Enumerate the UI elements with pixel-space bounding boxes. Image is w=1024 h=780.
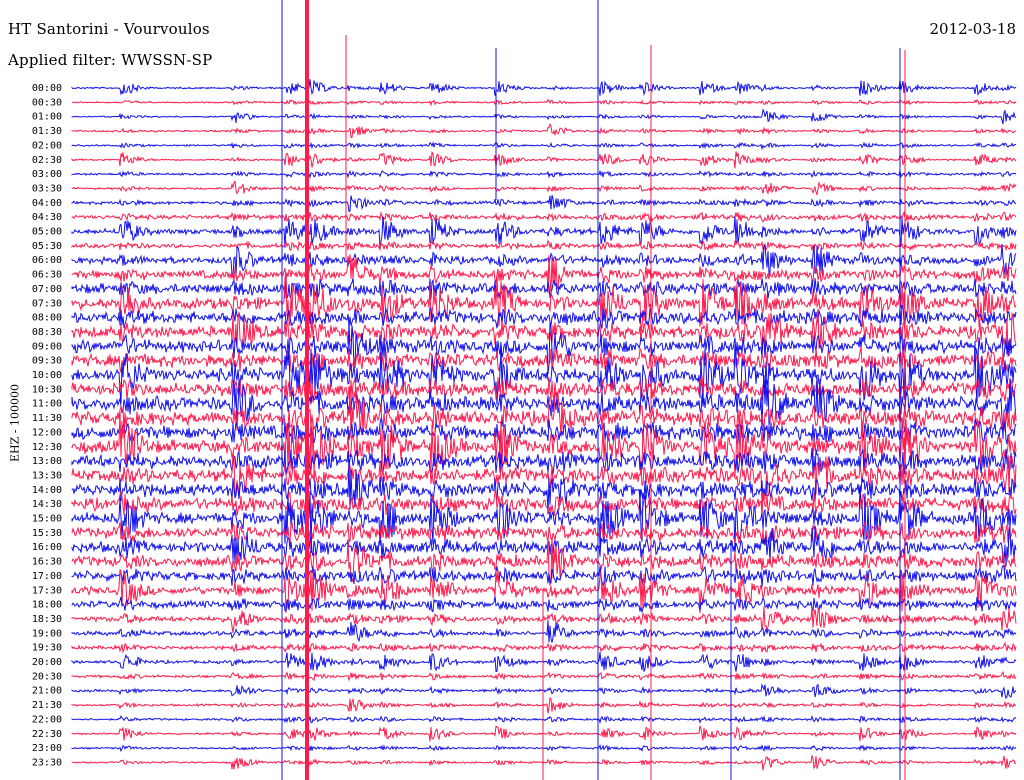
trace-row-0030 xyxy=(72,98,1017,107)
trace-row-0530 xyxy=(71,239,1017,252)
trace-row-1000 xyxy=(71,341,1017,406)
seismic-traces xyxy=(71,0,1017,780)
tick-label-1200: 12:00 xyxy=(32,427,62,438)
tick-label-1330: 13:30 xyxy=(32,470,62,481)
trace-row-0330 xyxy=(71,180,1017,196)
trace-row-1800 xyxy=(71,596,1017,613)
tick-label-1730: 17:30 xyxy=(32,585,62,596)
trace-row-1900 xyxy=(71,620,1017,643)
trace-row-0700 xyxy=(71,278,1017,300)
time-tick-labels: 00:00 00:30 01:00 01:30 02:00 02:30 03:00 03:30… xyxy=(32,83,62,768)
trace-row-1930 xyxy=(71,641,1017,654)
trace-row-2200 xyxy=(71,714,1017,724)
trace-row-1830 xyxy=(71,606,1017,634)
tick-label-2330: 23:30 xyxy=(32,757,62,768)
tick-label-0400: 04:00 xyxy=(32,198,62,209)
trace-row-0730 xyxy=(71,273,1017,331)
tick-label-1530: 15:30 xyxy=(32,528,62,539)
tick-label-2100: 21:00 xyxy=(32,686,62,697)
tick-label-1700: 17:00 xyxy=(32,571,62,582)
trace-row-2030 xyxy=(71,670,1017,682)
trace-row-2000 xyxy=(71,652,1017,672)
trace-row-2300 xyxy=(71,743,1017,753)
trace-row-0200 xyxy=(71,141,1017,151)
tick-label-1300: 13:00 xyxy=(32,456,62,467)
trace-row-0500 xyxy=(71,215,1017,248)
tick-label-1630: 16:30 xyxy=(32,557,62,568)
tick-label-0700: 07:00 xyxy=(32,284,62,295)
trace-row-2130 xyxy=(71,696,1017,714)
tick-label-0530: 05:30 xyxy=(32,241,62,252)
tick-label-0030: 00:30 xyxy=(32,97,62,108)
trace-row-0300 xyxy=(71,169,1017,180)
trace-row-1700 xyxy=(71,564,1017,588)
tick-label-1000: 10:00 xyxy=(32,370,62,381)
trace-row-0230 xyxy=(71,151,1017,169)
tick-label-0330: 03:30 xyxy=(32,183,62,194)
tick-label-1800: 18:00 xyxy=(32,600,62,611)
tick-label-1900: 19:00 xyxy=(32,628,62,639)
tick-label-0500: 05:00 xyxy=(32,227,62,238)
tick-label-0930: 09:30 xyxy=(32,356,62,367)
trace-row-2100 xyxy=(71,683,1017,700)
tick-label-0630: 06:30 xyxy=(32,270,62,281)
tick-label-1400: 14:00 xyxy=(32,485,62,496)
trace-row-0400 xyxy=(71,195,1017,212)
tick-label-0100: 01:00 xyxy=(32,112,62,123)
tick-label-1930: 19:30 xyxy=(32,643,62,654)
trace-row-2230 xyxy=(71,725,1017,742)
trace-row-1500 xyxy=(71,488,1017,553)
seismogram-plot: 00:00 00:30 01:00 01:30 02:00 02:30 03:00 03:30… xyxy=(32,0,1017,780)
tick-label-2200: 22:00 xyxy=(32,714,62,725)
tick-label-0000: 00:00 xyxy=(32,83,62,94)
tick-label-1100: 11:00 xyxy=(32,399,62,410)
tick-label-0600: 06:00 xyxy=(32,255,62,266)
tick-label-2130: 21:30 xyxy=(32,700,62,711)
tick-label-0130: 01:30 xyxy=(32,126,62,137)
tick-label-2000: 20:00 xyxy=(32,657,62,668)
tick-label-1830: 18:30 xyxy=(32,614,62,625)
trace-row-0100 xyxy=(71,108,1017,125)
tick-label-0830: 08:30 xyxy=(32,327,62,338)
tick-label-1130: 11:30 xyxy=(32,413,62,424)
tick-label-0430: 04:30 xyxy=(32,212,62,223)
trace-row-0600 xyxy=(71,243,1017,278)
tick-label-0800: 08:00 xyxy=(32,313,62,324)
trace-row-0430 xyxy=(71,210,1017,223)
tick-label-1030: 10:30 xyxy=(32,384,62,395)
tick-label-0200: 02:00 xyxy=(32,140,62,151)
tick-label-1600: 16:00 xyxy=(32,542,62,553)
trace-row-2330 xyxy=(71,754,1017,771)
tick-label-0300: 03:00 xyxy=(32,169,62,180)
tick-label-2300: 23:00 xyxy=(32,743,62,754)
trace-row-1730 xyxy=(71,569,1017,614)
tick-label-0230: 02:30 xyxy=(32,155,62,166)
trace-row-0130 xyxy=(71,122,1017,139)
trace-row-1400 xyxy=(71,459,1017,515)
tick-label-2230: 22:30 xyxy=(32,729,62,740)
tick-label-1430: 14:30 xyxy=(32,499,62,510)
tick-label-1230: 12:30 xyxy=(32,442,62,453)
tick-label-0730: 07:30 xyxy=(32,298,62,309)
tick-label-0900: 09:00 xyxy=(32,341,62,352)
tick-label-1500: 15:00 xyxy=(32,514,62,525)
tick-label-2030: 20:30 xyxy=(32,671,62,682)
trace-row-0000 xyxy=(71,79,1017,97)
